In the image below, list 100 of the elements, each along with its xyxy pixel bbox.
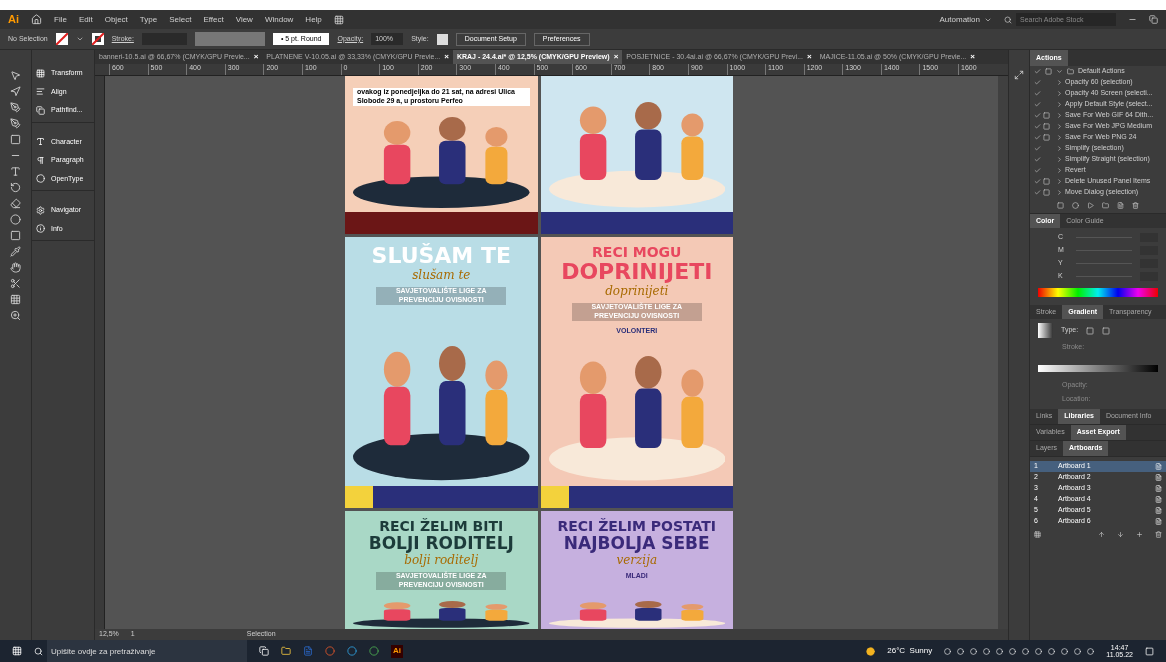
panel-icon (36, 105, 45, 115)
poster-headline: RECI MOGU (592, 245, 682, 259)
artboard-options-icon[interactable] (1155, 473, 1162, 481)
app-icon[interactable] (325, 646, 335, 656)
dialog-toggle-icon[interactable] (1043, 189, 1050, 196)
stop-icon[interactable] (1057, 202, 1064, 209)
linear-type-icon[interactable] (1086, 326, 1095, 335)
close-tab-button[interactable]: × (444, 51, 449, 63)
restore-icon[interactable] (1149, 15, 1158, 24)
artboard-options-icon[interactable] (1155, 462, 1162, 470)
poster-script-text: slušam te (412, 269, 471, 281)
search-icon (1004, 15, 1012, 24)
notifications-icon[interactable] (1145, 646, 1154, 656)
artboard-options-icon[interactable] (1155, 506, 1162, 514)
sun-icon (866, 646, 876, 656)
rearrange-icon[interactable] (1034, 530, 1041, 538)
play-icon[interactable] (1087, 202, 1094, 209)
poster-script-text: verzija (616, 554, 658, 566)
radial-type-icon[interactable] (1102, 326, 1111, 335)
close-tab-button[interactable]: × (253, 51, 259, 63)
artboard-options-icon[interactable] (1155, 484, 1162, 492)
tool-icon[interactable] (10, 214, 21, 225)
poster-headline: DOPRINIJETI (561, 261, 713, 283)
menu-item[interactable]: Select (169, 13, 192, 26)
new-item-icon[interactable] (1117, 202, 1124, 209)
workspace-icon[interactable] (333, 14, 344, 25)
menu-item[interactable]: View (235, 13, 253, 26)
gradient-swatch[interactable] (1038, 323, 1053, 338)
stroke-swatch-icon[interactable] (91, 33, 104, 45)
poster-headline: SLUŠAM TE (371, 245, 511, 267)
poster-script-text: bolji roditelj (404, 554, 479, 566)
home-icon[interactable] (31, 14, 42, 25)
tool-icon[interactable] (10, 102, 21, 113)
file-explorer-icon[interactable] (281, 646, 291, 656)
dialog-toggle-icon[interactable] (1043, 123, 1050, 130)
tool-icon[interactable] (10, 134, 21, 145)
dialog-toggle-icon[interactable] (1043, 112, 1050, 119)
new-artboard-icon[interactable] (1136, 530, 1143, 538)
expand-icon[interactable] (1056, 68, 1063, 75)
vertical-scrollbar[interactable] (998, 76, 1008, 629)
tool-icon[interactable] (10, 230, 21, 241)
app-logo: Ai (8, 12, 19, 28)
dialog-toggle-icon[interactable] (1045, 68, 1052, 75)
delete-icon[interactable] (1155, 530, 1162, 538)
workspace-switcher[interactable]: Automation (939, 13, 992, 26)
panel-icon (36, 68, 45, 78)
menu-item[interactable]: Window (264, 13, 294, 26)
artboard-options-icon[interactable] (1155, 495, 1162, 503)
tool-icon[interactable] (10, 262, 21, 273)
poster-headline: RECI ŽELIM BITI (379, 519, 504, 533)
record-icon[interactable] (1072, 202, 1079, 209)
poster-headline: NAJBOLJA SEBE (563, 535, 710, 552)
move-down-icon[interactable] (1117, 530, 1124, 538)
tool-icon[interactable] (10, 278, 21, 289)
dialog-toggle-icon[interactable] (1043, 178, 1050, 185)
tool-icon[interactable] (10, 118, 21, 129)
delete-icon[interactable] (1132, 202, 1139, 209)
poster-script-text: doprinijeti (605, 285, 669, 297)
weather-text[interactable]: 26°C Sunny (887, 645, 933, 657)
move-up-icon[interactable] (1098, 530, 1105, 538)
folder-icon (1067, 68, 1074, 75)
variable-width-field[interactable] (194, 32, 265, 46)
tool-icon[interactable] (10, 246, 21, 257)
menu-item[interactable]: Edit (78, 13, 93, 26)
browser-icon[interactable] (369, 646, 379, 656)
tool-icon[interactable] (10, 294, 21, 305)
close-tab-button[interactable]: × (613, 51, 619, 63)
tool-icon[interactable] (10, 198, 21, 209)
taskbar-search-field[interactable]: Upišite ovdje za pretraživanje (47, 640, 247, 662)
word-icon[interactable] (303, 646, 313, 656)
tool-icon[interactable] (10, 182, 21, 193)
close-tab-button[interactable]: × (970, 51, 975, 63)
tool-icon[interactable] (10, 70, 21, 81)
panel-icon (36, 155, 45, 165)
tool-icon[interactable] (10, 166, 21, 177)
close-tab-button[interactable]: × (807, 51, 812, 63)
artboard-options-icon[interactable] (1155, 517, 1162, 525)
color-spectrum[interactable] (1038, 288, 1158, 297)
windows-start-icon[interactable] (12, 646, 22, 656)
menu-item[interactable]: File (54, 13, 67, 26)
tool-icon[interactable] (10, 86, 21, 97)
dialog-toggle-icon[interactable] (1043, 134, 1050, 141)
panel-icon (36, 137, 45, 147)
panel-icon (36, 205, 45, 215)
tool-icon[interactable] (10, 310, 21, 321)
style-swatch[interactable] (436, 33, 448, 45)
search-icon (34, 646, 43, 656)
menu-item[interactable]: Help (305, 13, 322, 26)
illustrator-taskbar-icon[interactable]: Ai (391, 644, 403, 658)
caret-icon[interactable] (75, 35, 84, 43)
folder-icon[interactable] (1102, 202, 1109, 209)
poster-headline: BOLJI RODITELJ (368, 535, 514, 552)
menu-item[interactable]: Object (104, 13, 128, 26)
menu-item[interactable]: Effect (203, 13, 224, 26)
fill-swatch-icon[interactable] (55, 33, 68, 45)
panel-icon (36, 87, 45, 97)
panel-icon[interactable] (1014, 70, 1024, 80)
browser-icon[interactable] (347, 646, 357, 656)
task-view-icon[interactable] (259, 646, 269, 656)
menu-item[interactable]: Type (139, 13, 158, 26)
